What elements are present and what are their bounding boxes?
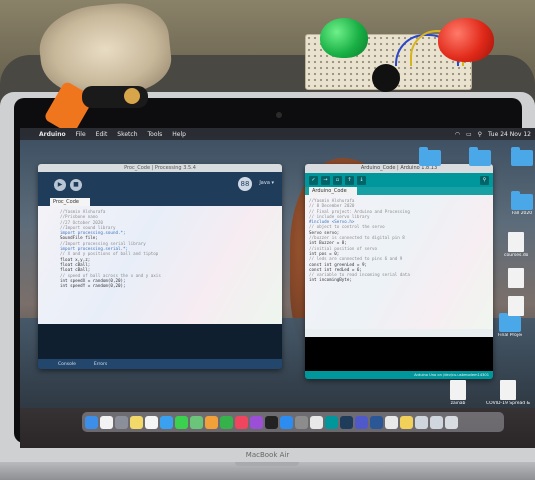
tab-arduino-code[interactable]: Arduino_Code (309, 187, 357, 195)
word-dock-icon[interactable] (370, 415, 383, 429)
facetime-dock-icon[interactable] (220, 415, 233, 429)
appletv-dock-icon[interactable] (265, 415, 278, 429)
trash-dock-icon[interactable] (445, 415, 458, 429)
processing-dock-icon[interactable] (340, 415, 353, 429)
desktop-icon-folder[interactable] (468, 147, 492, 167)
save-button[interactable]: ↓ (357, 175, 366, 185)
teams-dock-icon[interactable] (355, 415, 368, 429)
arduino-title: Arduino_Code | Arduino 1.8.13 (305, 164, 493, 173)
menubar-clock[interactable]: Tue 24 Nov 12 (488, 131, 531, 138)
arduino-tab-row: Arduino_Code (305, 187, 493, 195)
menu-help[interactable]: Help (167, 131, 191, 138)
serial-monitor-icon[interactable]: ⚲ (480, 175, 489, 185)
camera-dot (276, 112, 282, 118)
desktop-icon-zainab[interactable]: zainab (446, 380, 470, 406)
mode-selector[interactable]: Java ▾ (259, 180, 274, 186)
desktop-icon-covid-pptx[interactable]: COVID-19 Spread & Conta...ivid.pptx (486, 380, 530, 406)
open-button[interactable]: ↑ (345, 175, 354, 185)
folder-icon (469, 147, 491, 166)
podcasts-dock-icon[interactable] (250, 415, 263, 429)
processing-code-editor[interactable]: //Yasmin Alshurafa//Prisbone nano//27 Oc… (38, 206, 282, 324)
search-icon[interactable]: ⚲ (478, 131, 482, 138)
arduino-console[interactable] (305, 337, 493, 371)
folder-icon (419, 147, 441, 166)
photos-dock-icon[interactable] (205, 415, 218, 429)
errors-tab[interactable]: Errors (94, 362, 107, 367)
stop-button[interactable]: ■ (70, 179, 82, 191)
processing-status-bar: Console Errors (38, 359, 282, 369)
desktop-icon-folder[interactable] (510, 147, 534, 167)
console-tab[interactable]: Console (58, 362, 76, 367)
menu-file[interactable]: File (71, 131, 91, 138)
document-icon (450, 380, 466, 400)
folder-icon (511, 191, 533, 210)
folder-icon (499, 313, 521, 332)
laptop-notch (235, 462, 299, 466)
code-line: int incomingByte; (309, 277, 352, 283)
finder-dock-icon[interactable] (85, 415, 98, 429)
document-icon (508, 268, 524, 288)
processing-toolbar: ▶ ■ 88 Java ▾ (38, 172, 282, 198)
arduino-window: Arduino_Code | Arduino 1.8.13 ✓ → ▫ ↑ ↓ … (305, 164, 493, 379)
laptop-brand-label: MacBook Air (0, 448, 535, 462)
menu-tools[interactable]: Tools (143, 131, 168, 138)
safari-dock-icon[interactable] (160, 415, 173, 429)
run-button[interactable]: ▶ (54, 179, 66, 191)
desktop-icon-doc[interactable] (504, 268, 528, 289)
launchpad-dock-icon[interactable] (115, 415, 128, 429)
processing-badge[interactable]: 88 (238, 177, 252, 191)
messages-dock-icon[interactable] (175, 415, 188, 429)
desktop-icon-folder[interactable] (418, 147, 442, 167)
new-button[interactable]: ▫ (333, 175, 342, 185)
buzzer (372, 64, 400, 92)
arduino-message-area (305, 329, 493, 337)
calendar-dock-icon[interactable] (100, 415, 113, 429)
stickies-dock-icon[interactable] (400, 415, 413, 429)
menu-bar: Arduino File Edit Sketch Tools Help ◠ ▭ … (20, 128, 535, 140)
desktop-screen: Arduino File Edit Sketch Tools Help ◠ ▭ … (20, 128, 535, 448)
appstore-dock-icon[interactable] (280, 415, 293, 429)
document-icon (508, 296, 524, 316)
notes-dock-icon[interactable] (130, 415, 143, 429)
webcam-lens (124, 88, 140, 104)
red-led-cap (438, 18, 494, 62)
preview-dock-icon[interactable] (385, 415, 398, 429)
processing-tab-row: Proc_Code (38, 198, 282, 206)
arduino-dock-icon[interactable] (325, 415, 338, 429)
arduino-code-editor[interactable]: //Yasmin Alshurafa// 8 December 2020// F… (305, 195, 493, 329)
folder-icon (511, 147, 533, 166)
menu-app-name[interactable]: Arduino (34, 131, 71, 138)
reminders-dock-icon[interactable] (145, 415, 158, 429)
dock (82, 412, 504, 432)
battery-icon[interactable]: ▭ (466, 131, 472, 138)
processing-console[interactable] (38, 324, 282, 359)
processing-window: Proc_Code | Processing 3.5.4 ▶ ■ 88 Java… (38, 164, 282, 369)
document-icon (508, 232, 524, 252)
preferences-dock-icon[interactable] (295, 415, 308, 429)
verify-button[interactable]: ✓ (309, 175, 318, 185)
processing-title: Proc_Code | Processing 3.5.4 (38, 164, 282, 172)
wifi-icon[interactable]: ◠ (455, 131, 460, 138)
music-dock-icon[interactable] (235, 415, 248, 429)
desktop-icon-final-project[interactable]: Final Project (498, 313, 522, 338)
chrome-dock-icon[interactable] (310, 415, 323, 429)
menu-sketch[interactable]: Sketch (112, 131, 142, 138)
arduino-status-bar: Arduino Uno on /dev/cu.usbmodem14301 (305, 371, 493, 379)
arduino-toolbar: ✓ → ▫ ↑ ↓ ⚲ (305, 173, 493, 187)
code-line: int speedY = random(0,20); (60, 283, 126, 289)
desktop-icon-fall-2020[interactable]: Fall 2020 (510, 191, 534, 216)
green-led-cap (320, 18, 368, 58)
document-icon (500, 380, 516, 400)
upload-button[interactable]: → (321, 175, 330, 185)
window-2-dock-icon[interactable] (430, 415, 443, 429)
maps-dock-icon[interactable] (190, 415, 203, 429)
desktop-icon-courses[interactable]: courses.docx (504, 232, 528, 258)
window-dock-icon[interactable] (415, 415, 428, 429)
menu-edit[interactable]: Edit (91, 131, 113, 138)
tab-proc-code[interactable]: Proc_Code (50, 198, 90, 206)
